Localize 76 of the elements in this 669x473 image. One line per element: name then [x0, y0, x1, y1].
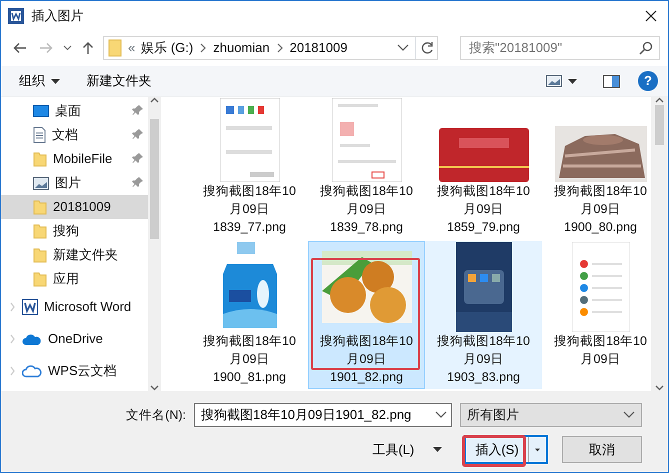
chevron-down-icon — [623, 411, 635, 419]
caret-icon — [568, 78, 577, 84]
document-icon — [33, 127, 46, 143]
chevron-right-icon — [276, 43, 284, 53]
search-icon — [639, 41, 653, 55]
file-name: 搜狗截图18年10 月09日 1859_79.png — [437, 183, 530, 236]
file-tile[interactable]: 搜狗截图18年10 月09日 1859_79.png — [425, 97, 542, 239]
sidebar-item[interactable]: 桌面 — [1, 99, 148, 123]
breadcrumb[interactable]: 娱乐 (G:) — [141, 38, 194, 58]
refresh-icon — [420, 41, 434, 55]
overflow-chevron[interactable]: « — [128, 38, 136, 58]
breadcrumb[interactable]: 20181009 — [290, 38, 348, 58]
folder-icon — [33, 151, 47, 167]
filename-field[interactable]: 搜狗截图18年10月09日1901_82.png — [194, 403, 452, 427]
folder-icon — [33, 223, 47, 239]
field-label: 文件名(N): — [126, 406, 186, 424]
sidebar-item[interactable]: 20181009 — [1, 195, 148, 219]
file-tile[interactable]: 搜狗截图18年10 月09日 — [542, 241, 651, 389]
scroll-down-icon — [655, 385, 664, 391]
app-icon — [7, 6, 25, 24]
folder-icon — [33, 271, 47, 287]
file-tile[interactable]: 搜狗截图18年10 月09日 1839_78.png — [308, 97, 425, 239]
picture-icon — [546, 75, 562, 87]
folder-icon — [33, 247, 47, 263]
scrollbar-thumb[interactable] — [655, 105, 664, 145]
file-tile[interactable]: 搜狗截图18年10 月09日 1900_80.png — [542, 97, 651, 239]
word-icon — [22, 299, 38, 315]
file-name: 搜狗截图18年10 月09日 1900_80.png — [554, 183, 647, 236]
search-field[interactable]: 搜索"20181009" — [460, 36, 660, 60]
sidebar-item[interactable]: OneDrive — [1, 323, 148, 355]
sidebar-item[interactable]: MobileFile — [1, 147, 148, 171]
file-name: 搜狗截图18年10 月09日 1903_83.png — [437, 333, 530, 386]
help-button[interactable]: ? — [638, 71, 658, 91]
sidebar-item[interactable]: 文档 — [1, 123, 148, 147]
sidebar-item[interactable]: WPS云文档 — [1, 355, 148, 387]
file-type-dropdown[interactable]: 所有图片 — [460, 403, 642, 427]
sidebar-item[interactable]: 新建文件夹 — [1, 243, 148, 267]
picture-icon — [33, 176, 49, 190]
scrollbar-thumb[interactable] — [150, 119, 159, 239]
window-title: 插入图片 — [31, 6, 84, 25]
caret-icon — [51, 78, 60, 84]
chevron-down-icon — [62, 45, 72, 51]
scroll-up-icon — [150, 97, 159, 103]
tools-menu[interactable]: 工具(L) — [364, 438, 450, 462]
breadcrumb[interactable]: zhuomian — [213, 38, 270, 58]
folder-icon — [108, 39, 122, 57]
folder-icon — [33, 199, 47, 215]
file-name: 搜狗截图18年10 月09日 1901_82.png — [320, 333, 413, 386]
sidebar-item[interactable]: 应用 — [1, 267, 148, 291]
sidebar-item[interactable]: Microsoft Word — [1, 291, 148, 323]
file-tile[interactable]: 搜狗截图18年10 月09日 1903_83.png — [425, 241, 542, 389]
address-bar[interactable]: « 娱乐 (G:) zhuomian 20181009 — [103, 36, 438, 60]
cloud-icon — [22, 364, 42, 378]
new-folder-button[interactable]: 新建文件夹 — [78, 69, 160, 93]
cloud-icon — [22, 332, 42, 346]
file-name: 搜狗截图18年10 月09日 — [554, 333, 647, 368]
close-icon — [645, 10, 657, 22]
chevron-down-icon — [397, 44, 409, 52]
pane-icon — [603, 75, 620, 88]
organize-menu[interactable]: 组织 — [11, 69, 68, 93]
file-tile[interactable]: 搜狗截图18年10 月09日 1901_82.png — [308, 241, 425, 389]
file-tile[interactable]: 搜狗截图18年10 月09日 1900_81.png — [191, 241, 308, 389]
cancel-button[interactable]: 取消 — [562, 436, 642, 463]
file-name: 搜狗截图18年10 月09日 1839_77.png — [203, 183, 296, 236]
caret-icon — [535, 448, 540, 452]
sidebar-item[interactable]: 搜狗 — [1, 219, 148, 243]
chevron-down-icon — [435, 411, 447, 419]
chevron-right-icon — [199, 43, 208, 53]
file-tile[interactable]: 搜狗截图18年10 月09日 1839_77.png — [191, 97, 308, 239]
file-name: 搜狗截图18年10 月09日 1900_81.png — [203, 333, 296, 386]
file-name: 搜狗截图18年10 月09日 1839_78.png — [320, 183, 413, 236]
caret-icon — [433, 447, 442, 452]
scroll-down-icon — [150, 385, 159, 391]
desktop-icon — [33, 104, 49, 118]
sidebar-item[interactable]: 图片 — [1, 171, 148, 195]
scroll-up-icon — [655, 97, 664, 103]
